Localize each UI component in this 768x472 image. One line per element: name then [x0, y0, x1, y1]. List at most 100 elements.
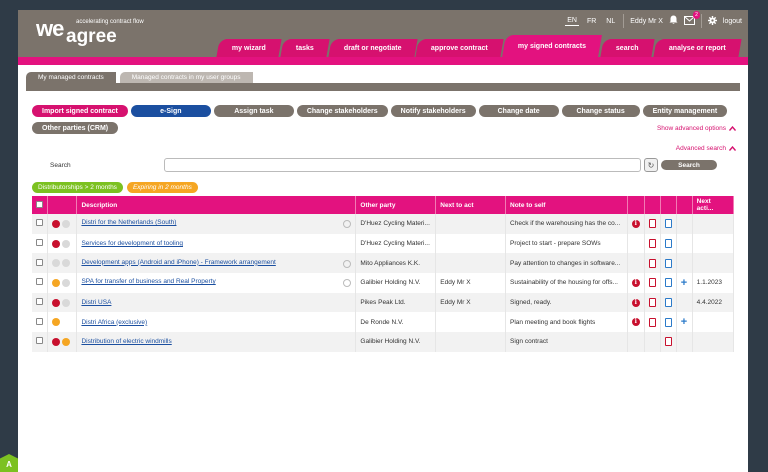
import-signed-contract-button[interactable]: Import signed contract	[32, 105, 128, 117]
filter-chips: Distributorships > 2 months Expiring in …	[32, 182, 198, 193]
person-icon[interactable]	[343, 220, 352, 229]
action-bar: Import signed contract e-Sign Assign tas…	[32, 105, 732, 134]
gear-icon[interactable]	[707, 15, 717, 27]
info-icon[interactable]: i	[631, 278, 640, 287]
document-icon[interactable]	[664, 298, 672, 308]
pdf-icon[interactable]	[648, 298, 656, 308]
pdf-icon[interactable]	[648, 317, 656, 327]
document-icon[interactable]	[664, 219, 672, 229]
plus-icon[interactable]: +	[681, 277, 687, 288]
row-checkbox[interactable]	[36, 239, 43, 247]
tab-search[interactable]: search	[600, 39, 655, 57]
contract-link[interactable]: Distri USA	[81, 299, 111, 306]
table-row[interactable]: Distribution of electric windmills Galibi…	[32, 332, 735, 352]
subtab-user-group-contracts[interactable]: Managed contracts in my user groups	[119, 72, 253, 83]
search-input[interactable]	[164, 158, 641, 172]
pdf-cell	[644, 332, 661, 352]
tab-tasks[interactable]: tasks	[280, 39, 330, 57]
info-icon[interactable]: i	[631, 298, 640, 307]
mail-count-badge: 2	[693, 10, 700, 19]
row-checkbox[interactable]	[36, 219, 43, 227]
tab-approve-contract[interactable]: approve contract	[415, 39, 504, 57]
change-date-button[interactable]: Change date	[478, 105, 559, 117]
mail-icon[interactable]: 2	[683, 10, 700, 27]
table-row[interactable]: Development apps (Android and iPhone) - …	[32, 253, 735, 274]
col-other-party[interactable]: Other party	[355, 196, 437, 214]
other-parties-crm-button[interactable]: Other parties (CRM)	[32, 122, 119, 134]
entity-management-button[interactable]: Entity management	[642, 105, 728, 117]
document-icon[interactable]	[664, 258, 672, 268]
plus-cell	[676, 292, 693, 313]
filter-distributorships[interactable]: Distributorships > 2 months	[32, 182, 123, 193]
contract-link[interactable]: Distri Africa (exclusive)	[81, 319, 147, 326]
contract-link[interactable]: Distri for the Netherlands (South)	[81, 219, 176, 226]
table-row[interactable]: Distri for the Netherlands (South) D'Huez…	[32, 214, 735, 234]
contract-link[interactable]: Distribution of electric windmills	[81, 338, 171, 345]
table-body: Distri for the Netherlands (South) D'Huez…	[32, 214, 735, 352]
contract-link[interactable]: SPA for transfer of business and Real Pr…	[81, 278, 215, 285]
pdf-icon[interactable]	[648, 239, 656, 249]
corner-badge[interactable]: A	[0, 454, 18, 472]
lang-en[interactable]: EN	[565, 16, 579, 26]
assign-task-button[interactable]: Assign task	[213, 105, 294, 117]
person-icon[interactable]	[343, 259, 352, 268]
refresh-icon[interactable]: ↻	[644, 158, 658, 172]
plus-cell	[676, 253, 693, 274]
show-advanced-options-link[interactable]: Show advanced options	[657, 125, 736, 132]
subtab-my-managed-contracts[interactable]: My managed contracts	[26, 72, 116, 83]
col-description[interactable]: Description	[76, 196, 357, 214]
status-cell	[47, 292, 78, 313]
row-checkbox[interactable]	[36, 298, 43, 306]
contract-link[interactable]: Services for development of tooling	[81, 240, 183, 247]
esign-button[interactable]: e-Sign	[130, 105, 211, 117]
col-note-to-self[interactable]: Note to self	[505, 196, 628, 214]
col-next-to-act[interactable]: Next to act	[435, 196, 507, 214]
nav-underline	[18, 57, 748, 65]
table-row[interactable]: Services for development of tooling D'Hue…	[32, 233, 735, 254]
info-cell	[627, 253, 645, 274]
row-checkbox[interactable]	[36, 317, 43, 325]
info-icon[interactable]: i	[631, 219, 640, 228]
contract-link[interactable]: Development apps (Android and iPhone) - …	[81, 259, 275, 266]
show-advanced-options-label: Show advanced options	[656, 125, 726, 132]
info-icon[interactable]: i	[631, 318, 640, 327]
tab-draft-or-negotiate[interactable]: draft or negotiate	[328, 39, 417, 57]
select-all-checkbox[interactable]	[36, 200, 43, 208]
col-next-action[interactable]: Next acti...	[692, 196, 735, 214]
bell-icon[interactable]	[669, 15, 678, 27]
document-icon[interactable]	[664, 337, 672, 347]
tab-my-signed-contracts[interactable]: my signed contracts	[502, 35, 603, 57]
table-row[interactable]: SPA for transfer of business and Real Pr…	[32, 273, 735, 293]
user-name[interactable]: Eddy Mr X	[630, 18, 663, 25]
change-stakeholders-button[interactable]: Change stakeholders	[296, 105, 388, 117]
status-cell	[47, 332, 78, 352]
lang-fr[interactable]: FR	[585, 17, 598, 26]
pdf-icon[interactable]	[648, 258, 656, 268]
table-row[interactable]: Distri USA Pikes Peak Ltd. Eddy Mr X Signed…	[32, 292, 735, 313]
document-icon[interactable]	[664, 278, 672, 288]
pdf-cell	[644, 233, 661, 254]
advanced-search-link[interactable]: Advanced search	[676, 145, 736, 152]
description-cell: Development apps (Android and iPhone) - …	[76, 253, 357, 274]
change-status-button[interactable]: Change status	[561, 105, 640, 117]
tab-analyse-or-report[interactable]: analyse or report	[653, 39, 742, 57]
document-icon[interactable]	[664, 317, 672, 327]
plus-icon[interactable]: +	[681, 317, 687, 328]
table-row[interactable]: Distri Africa (exclusive) De Ronde N.V. Pl…	[32, 312, 735, 333]
tab-my-wizard[interactable]: my wizard	[216, 39, 282, 57]
next-action-cell: 4.4.2022	[692, 292, 735, 313]
notify-stakeholders-button[interactable]: Notify stakeholders	[390, 105, 476, 117]
search-button[interactable]: Search	[661, 160, 717, 170]
filter-expiring[interactable]: Expiring in 2 months	[126, 182, 198, 193]
status-dot-red	[52, 298, 61, 307]
row-checkbox[interactable]	[36, 337, 43, 345]
description-cell: Services for development of tooling	[76, 233, 357, 254]
document-icon[interactable]	[664, 239, 672, 249]
person-icon[interactable]	[343, 279, 352, 288]
logout-link[interactable]: logout	[723, 18, 742, 25]
row-checkbox[interactable]	[36, 258, 43, 266]
lang-nl[interactable]: NL	[604, 17, 617, 26]
pdf-icon[interactable]	[648, 219, 656, 229]
pdf-icon[interactable]	[648, 278, 656, 288]
row-checkbox[interactable]	[36, 278, 43, 286]
